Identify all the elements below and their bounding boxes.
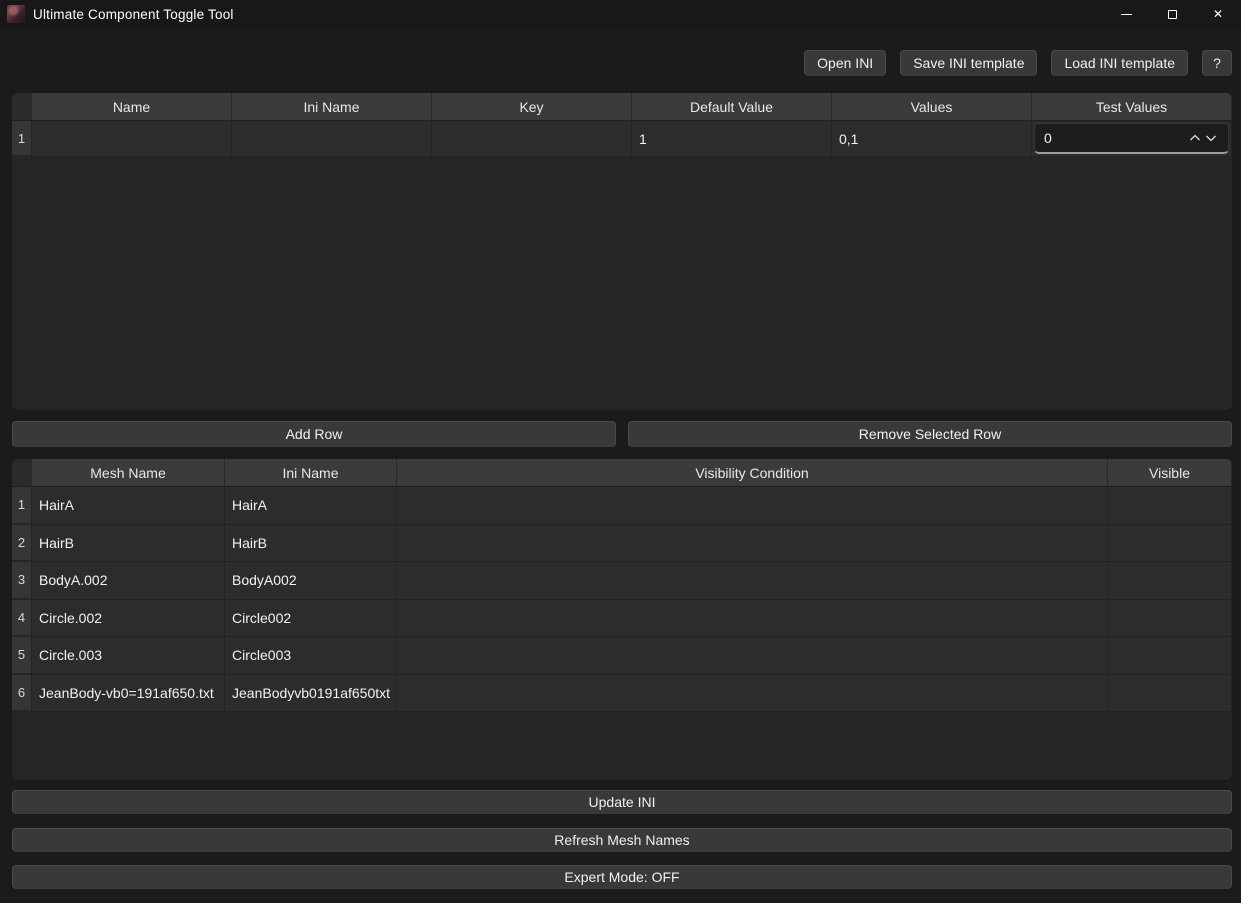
visible-cell[interactable] [1108,600,1232,638]
toggle-table: Name Ini Name Key Default Value Values T… [12,93,1232,410]
ini-name-cell[interactable]: JeanBodyvb0191af650txt [225,675,397,713]
mesh-name-cell[interactable]: JeanBody-vb0=191af650.txt [32,675,225,713]
maximize-icon [1168,10,1177,19]
ini-name-cell[interactable]: BodyA002 [225,562,397,600]
ini-name-cell[interactable]: HairB [225,525,397,563]
column-header-visible: Visible [1108,459,1232,487]
column-header-mesh-ini-name: Ini Name [225,459,397,487]
add-row-button[interactable]: Add Row [12,421,616,447]
mesh-name-cell[interactable]: Circle.002 [32,600,225,638]
ini-name-cell[interactable]: HairA [225,487,397,525]
mesh-name-cell[interactable]: BodyA.002 [32,562,225,600]
toggle-table-corner [12,93,32,121]
visibility-condition-cell[interactable] [397,487,1108,525]
open-ini-button[interactable]: Open INI [804,50,886,76]
mesh-table: Mesh Name Ini Name Visibility Condition … [12,459,1232,780]
row-number[interactable]: 1 [12,487,32,525]
mesh-name-cell[interactable]: HairA [32,487,225,525]
row-number[interactable]: 3 [12,562,32,600]
close-button[interactable]: ✕ [1195,0,1241,28]
mesh-table-corner [12,459,32,487]
expert-mode-button[interactable]: Expert Mode: OFF [12,865,1232,889]
mesh-name-cell[interactable]: Circle.003 [32,637,225,675]
ini-name-cell[interactable]: Circle003 [225,637,397,675]
help-button[interactable]: ? [1202,50,1232,76]
maximize-button[interactable] [1149,0,1195,28]
ini-toolbar: Open INI Save INI template Load INI temp… [12,50,1232,76]
visibility-condition-cell[interactable] [397,675,1108,713]
key-cell[interactable] [432,121,632,157]
minimize-button[interactable] [1103,0,1149,28]
visibility-condition-cell[interactable] [397,600,1108,638]
visibility-condition-cell[interactable] [397,562,1108,600]
ini-name-cell[interactable] [232,121,432,157]
column-header-default-value: Default Value [632,93,832,121]
default-value-cell[interactable]: 1 [632,121,832,157]
mesh-name-cell[interactable]: HairB [32,525,225,563]
load-ini-template-button[interactable]: Load INI template [1051,50,1188,76]
minimize-icon [1121,14,1132,15]
visibility-condition-cell[interactable] [397,637,1108,675]
column-header-mesh-name: Mesh Name [32,459,225,487]
test-values-cell: 0 [1032,121,1232,157]
spinbox-value[interactable]: 0 [1044,130,1187,146]
visible-cell[interactable] [1108,637,1232,675]
titlebar[interactable]: Ultimate Component Toggle Tool ✕ [0,0,1241,28]
refresh-mesh-names-button[interactable]: Refresh Mesh Names [12,828,1232,852]
column-header-key: Key [432,93,632,121]
column-header-name: Name [32,93,232,121]
row-number[interactable]: 1 [12,121,32,157]
remove-selected-row-button[interactable]: Remove Selected Row [628,421,1232,447]
row-number[interactable]: 5 [12,637,32,675]
visible-cell[interactable] [1108,525,1232,563]
values-cell[interactable]: 0,1 [832,121,1032,157]
visibility-condition-cell[interactable] [397,525,1108,563]
app-icon [7,5,25,23]
row-number[interactable]: 6 [12,675,32,713]
row-actions: Add Row Remove Selected Row [12,421,1232,447]
spin-up-icon[interactable] [1187,124,1203,152]
test-value-spinbox[interactable]: 0 [1034,123,1229,154]
column-header-ini-name: Ini Name [232,93,432,121]
save-ini-template-button[interactable]: Save INI template [900,50,1037,76]
row-number[interactable]: 2 [12,525,32,563]
row-number[interactable]: 4 [12,600,32,638]
name-cell[interactable] [32,121,232,157]
visible-cell[interactable] [1108,487,1232,525]
visible-cell[interactable] [1108,675,1232,713]
update-ini-button[interactable]: Update INI [12,790,1232,814]
window-controls: ✕ [1103,0,1241,28]
ini-name-cell[interactable]: Circle002 [225,600,397,638]
main-content: Open INI Save INI template Load INI temp… [0,50,1241,889]
column-header-values: Values [832,93,1032,121]
window-title: Ultimate Component Toggle Tool [33,7,234,22]
column-header-visibility-condition: Visibility Condition [397,459,1108,487]
close-icon: ✕ [1213,8,1223,20]
column-header-test-values: Test Values [1032,93,1232,121]
visible-cell[interactable] [1108,562,1232,600]
spin-down-icon[interactable] [1203,124,1219,152]
